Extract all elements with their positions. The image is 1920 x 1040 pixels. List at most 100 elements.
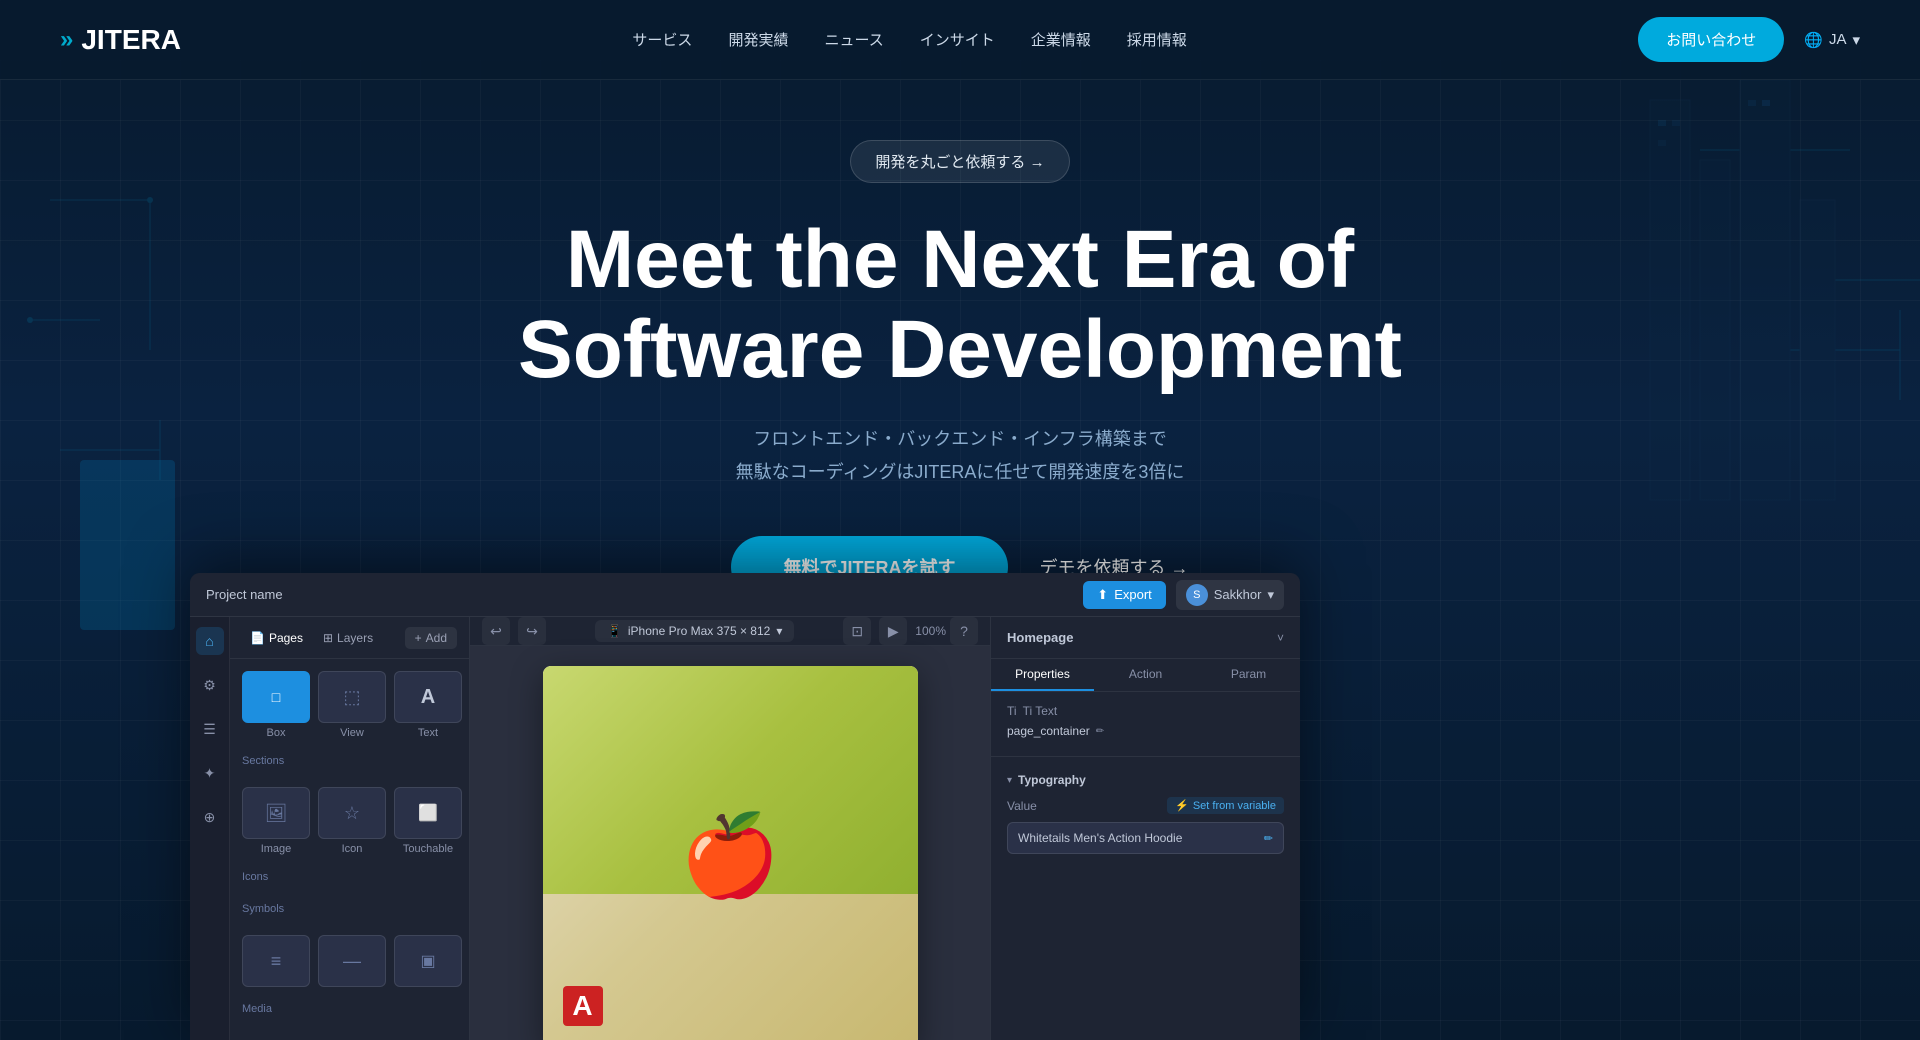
hero-title: Meet the Next Era of Software Developmen… xyxy=(0,215,1920,395)
box-thumb: □ xyxy=(242,671,310,723)
sidebar-home-icon[interactable]: ⌂ xyxy=(196,627,224,655)
panel-collapse-icon[interactable]: ˅ xyxy=(1277,631,1284,645)
icon-sidebar: ⌂ ⚙ ☰ ✦ ⊕ xyxy=(190,617,230,1040)
sections-label: Sections xyxy=(242,755,457,771)
tab-properties[interactable]: Properties xyxy=(991,659,1094,691)
edit-icon[interactable]: ✏ xyxy=(1096,726,1104,737)
export-icon: ⬆ xyxy=(1097,587,1108,603)
component-divider[interactable]: — xyxy=(318,935,386,987)
zoom-control: 100% ? xyxy=(915,617,978,645)
sidebar-layers-icon[interactable]: ☰ xyxy=(196,715,224,743)
canvas-content: 🍎 A xyxy=(470,646,990,1040)
icons-label: Icons xyxy=(242,871,457,887)
export-button[interactable]: ⬆ Export xyxy=(1083,581,1165,609)
language-selector[interactable]: 🌐 JA ▾ xyxy=(1804,31,1860,49)
tab-layers[interactable]: ⊞ Layers xyxy=(315,627,381,649)
field-value-text: page_container xyxy=(1007,724,1090,738)
typography-text-input[interactable]: Whitetails Men's Action Hoodie ✏ xyxy=(1007,822,1284,854)
hero-subtitle: フロントエンド・バックエンド・インフラ構築まで 無駄なコーディングはJITERA… xyxy=(0,423,1920,488)
tab-param[interactable]: Param xyxy=(1197,659,1300,691)
component-row-3: ≡ — ▣ xyxy=(242,935,457,987)
canvas-toolbar-left: ↩ ↪ xyxy=(482,617,546,645)
translate-icon: 🌐 xyxy=(1804,31,1823,49)
component-icon[interactable]: ☆ Icon xyxy=(318,787,386,855)
component-list[interactable]: ≡ xyxy=(242,935,310,987)
value-label: Value xyxy=(1007,799,1037,813)
sidebar-code-icon[interactable]: ✦ xyxy=(196,759,224,787)
user-menu[interactable]: S Sakkhor ▾ xyxy=(1176,580,1284,610)
tab-pages[interactable]: 📄 Pages xyxy=(242,627,311,649)
container-thumb: ▣ xyxy=(394,935,462,987)
sidebar-settings-icon[interactable]: ⚙ xyxy=(196,671,224,699)
right-panel-tabs: Properties Action Param xyxy=(991,659,1300,692)
zoom-question[interactable]: ? xyxy=(950,617,978,645)
view-label: View xyxy=(340,727,364,739)
component-container[interactable]: ▣ xyxy=(394,935,462,987)
fit-icon[interactable]: ⊡ xyxy=(843,617,871,645)
nav-item-careers[interactable]: 採用情報 xyxy=(1127,29,1187,50)
canvas-toolbar-right: ⊡ ▶ 100% ? xyxy=(843,617,978,645)
nav-item-news[interactable]: ニュース xyxy=(824,29,883,50)
component-image[interactable]: 🖼 Image xyxy=(242,787,310,855)
redo-button[interactable]: ↪ xyxy=(518,617,546,645)
device-selector[interactable]: 📱 iPhone Pro Max 375 × 812 ▾ xyxy=(595,620,794,642)
type-field: Ti Ti Text xyxy=(1007,704,1284,718)
set-from-variable-button[interactable]: ⚡ Set from variable xyxy=(1167,797,1284,814)
layers-icon: ⊞ xyxy=(323,631,333,645)
typography-text-value: Whitetails Men's Action Hoodie xyxy=(1018,831,1182,845)
navbar-right: お問い合わせ 🌐 JA ▾ xyxy=(1638,17,1860,62)
text-label: Text xyxy=(418,727,438,739)
variable-icon: ⚡ xyxy=(1175,799,1189,812)
play-icon[interactable]: ▶ xyxy=(879,617,907,645)
homepage-label: Homepage xyxy=(1007,630,1073,645)
right-panel: Homepage ˅ Properties Action Param Ti Ti… xyxy=(990,617,1300,1040)
typography-header: ▾ Typography xyxy=(1007,773,1284,787)
right-panel-header: Homepage ˅ xyxy=(991,617,1300,659)
image-thumb: 🖼 xyxy=(242,787,310,839)
logo[interactable]: » JITERA xyxy=(60,24,181,56)
nav-item-works[interactable]: 開発実績 xyxy=(728,29,788,50)
divider-thumb: — xyxy=(318,935,386,987)
navbar: » JITERA サービス 開発実績 ニュース インサイト 企業情報 採用情報 … xyxy=(0,0,1920,80)
component-row-2: 🖼 Image ☆ Icon ⬜ Touchable xyxy=(242,787,457,855)
undo-button[interactable]: ↩ xyxy=(482,617,510,645)
input-pencil-icon: ✏ xyxy=(1264,832,1273,845)
device-name: iPhone Pro Max 375 × 812 xyxy=(628,624,770,638)
icon-thumb: ☆ xyxy=(318,787,386,839)
canvas-area: ↩ ↪ 📱 iPhone Pro Max 375 × 812 ▾ ⊡ ▶ 100… xyxy=(470,617,990,1040)
component-row-1: □ Box ⬚ View A Text xyxy=(242,671,457,739)
value-row: Value ⚡ Set from variable xyxy=(1007,797,1284,814)
list-thumb: ≡ xyxy=(242,935,310,987)
components-grid: □ Box ⬚ View A Text xyxy=(230,659,469,1031)
panel-tabs: 📄 Pages ⊞ Layers + Add xyxy=(230,617,469,659)
component-view[interactable]: ⬚ View xyxy=(318,671,386,739)
project-name[interactable]: Project name xyxy=(206,587,283,602)
hero-subtitle-line2: 無駄なコーディングはJITERAに任せて開発速度を3倍に xyxy=(736,462,1185,482)
symbols-label: Symbols xyxy=(242,903,457,919)
tab-action[interactable]: Action xyxy=(1094,659,1197,691)
image-label: Image xyxy=(261,843,292,855)
hero-pill-cta[interactable]: 開発を丸ごと依頼する → xyxy=(850,140,1069,183)
nav-item-insights[interactable]: インサイト xyxy=(920,29,995,50)
logo-chevrons: » xyxy=(60,26,73,54)
value-field: page_container ✏ xyxy=(1007,724,1284,738)
contact-button[interactable]: お問い合わせ xyxy=(1638,17,1784,62)
view-thumb: ⬚ xyxy=(318,671,386,723)
pages-icon: 📄 xyxy=(250,631,265,645)
sidebar-connect-icon[interactable]: ⊕ xyxy=(196,803,224,831)
text-type-icon: Ti xyxy=(1007,704,1017,718)
component-box[interactable]: □ Box xyxy=(242,671,310,739)
user-avatar: S xyxy=(1186,584,1208,606)
component-text[interactable]: A Text xyxy=(394,671,462,739)
tab-add[interactable]: + Add xyxy=(405,627,457,649)
nav-item-services[interactable]: サービス xyxy=(632,29,692,50)
hero-title-line2: Software Development xyxy=(518,304,1402,395)
typography-arrow[interactable]: ▾ xyxy=(1007,775,1012,786)
nav-item-company[interactable]: 企業情報 xyxy=(1031,29,1091,50)
component-touchable[interactable]: ⬜ Touchable xyxy=(394,787,462,855)
typography-title: Typography xyxy=(1018,773,1086,787)
box-label: Box xyxy=(267,727,286,739)
chevron-down-icon: ▾ xyxy=(1267,587,1274,603)
device-icon: 📱 xyxy=(607,624,622,638)
icon-label: Icon xyxy=(342,843,363,855)
